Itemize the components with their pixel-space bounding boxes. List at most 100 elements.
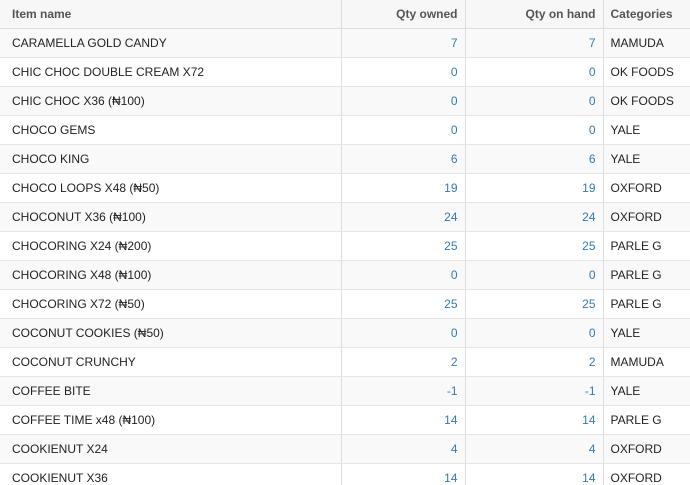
qty-on-hand-link[interactable]: 7 <box>589 36 596 50</box>
qty-owned-link[interactable]: 2 <box>451 355 458 369</box>
qty-owned-cell: 0 <box>341 115 466 145</box>
qty-on-hand-link[interactable]: 19 <box>582 181 595 195</box>
qty-on-hand-link[interactable]: 0 <box>589 268 596 282</box>
qty-owned-cell: 14 <box>341 463 466 485</box>
qty-owned-link[interactable]: 24 <box>444 210 457 224</box>
qty-on-hand-link[interactable]: -1 <box>585 384 596 398</box>
qty-on-hand-cell: 24 <box>465 202 604 232</box>
qty-on-hand-link[interactable]: 0 <box>589 65 596 79</box>
qty-owned-link[interactable]: 25 <box>444 297 457 311</box>
qty-owned-cell: 6 <box>341 144 466 174</box>
item-name-cell[interactable]: COOKIENUT X24 <box>0 434 342 464</box>
item-name-cell[interactable]: COFFEE BITE <box>0 376 342 406</box>
item-name-cell[interactable]: CHOCORING X48 (₦100) <box>0 260 342 290</box>
qty-on-hand-cell: 14 <box>465 463 604 485</box>
qty-on-hand-cell: -1 <box>465 376 604 406</box>
item-name-cell[interactable]: CHOCONUT X36 (₦100) <box>0 202 342 232</box>
qty-owned-link[interactable]: 0 <box>451 123 458 137</box>
qty-owned-link[interactable]: 0 <box>451 65 458 79</box>
qty-owned-cell: 25 <box>341 231 466 261</box>
qty-owned-cell: 0 <box>341 57 466 87</box>
column-header-item-name[interactable]: Item name <box>0 0 342 29</box>
item-name-cell[interactable]: CHOCO LOOPS X48 (₦50) <box>0 173 342 203</box>
qty-owned-link[interactable]: -1 <box>447 384 458 398</box>
item-name-cell[interactable]: CHOCORING X72 (₦50) <box>0 289 342 319</box>
item-name-cell[interactable]: CARAMELLA GOLD CANDY <box>0 28 342 58</box>
qty-owned-cell: 2 <box>341 347 466 377</box>
qty-owned-link[interactable]: 4 <box>451 442 458 456</box>
qty-on-hand-cell: 14 <box>465 405 604 435</box>
qty-on-hand-cell: 0 <box>465 57 604 87</box>
column-header-qty-owned[interactable]: Qty owned <box>341 0 466 29</box>
category-cell: PARLE G <box>603 231 690 261</box>
category-cell: OK FOODS <box>603 86 690 116</box>
item-name-cell[interactable]: CHOCORING X24 (₦200) <box>0 231 342 261</box>
qty-owned-link[interactable]: 19 <box>444 181 457 195</box>
item-name-cell[interactable]: CHOCO GEMS <box>0 115 342 145</box>
table-row[interactable]: CHOCORING X72 (₦50) 25 25 PARLE G <box>0 289 690 319</box>
qty-owned-cell: 4 <box>341 434 466 464</box>
item-name-cell[interactable]: CHOCO KING <box>0 144 342 174</box>
table-row[interactable]: CHIC CHOC X36 (₦100) 0 0 OK FOODS <box>0 86 690 116</box>
qty-owned-link[interactable]: 0 <box>451 94 458 108</box>
item-name-cell[interactable]: CHIC CHOC DOUBLE CREAM X72 <box>0 57 342 87</box>
column-header-categories[interactable]: Categories <box>603 0 690 29</box>
table-row[interactable]: CHOCORING X48 (₦100) 0 0 PARLE G <box>0 260 690 290</box>
table-row[interactable]: CHOCO LOOPS X48 (₦50) 19 19 OXFORD <box>0 173 690 203</box>
qty-on-hand-cell: 0 <box>465 86 604 116</box>
qty-owned-link[interactable]: 0 <box>451 326 458 340</box>
item-name-cell[interactable]: COCONUT COOKIES (₦50) <box>0 318 342 348</box>
item-name-cell[interactable]: COOKIENUT X36 <box>0 463 342 485</box>
qty-on-hand-cell: 19 <box>465 173 604 203</box>
table-row[interactable]: CHOCO GEMS 0 0 YALE <box>0 115 690 145</box>
category-cell: YALE <box>603 376 690 406</box>
table-row[interactable]: COCONUT CRUNCHY 2 2 MAMUDA <box>0 347 690 377</box>
item-name-cell[interactable]: COFFEE TIME x48 (₦100) <box>0 405 342 435</box>
table-row[interactable]: COFFEE TIME x48 (₦100) 14 14 PARLE G <box>0 405 690 435</box>
qty-owned-link[interactable]: 6 <box>451 152 458 166</box>
qty-owned-link[interactable]: 7 <box>451 36 458 50</box>
qty-owned-link[interactable]: 14 <box>444 471 457 485</box>
table-row[interactable]: CHOCO KING 6 6 YALE <box>0 144 690 174</box>
table-row[interactable]: CHOCORING X24 (₦200) 25 25 PARLE G <box>0 231 690 261</box>
category-cell: MAMUDA <box>603 28 690 58</box>
item-name-cell[interactable]: COCONUT CRUNCHY <box>0 347 342 377</box>
table-row[interactable]: CHOCONUT X36 (₦100) 24 24 OXFORD <box>0 202 690 232</box>
qty-on-hand-cell: 0 <box>465 115 604 145</box>
table-row[interactable]: COCONUT COOKIES (₦50) 0 0 YALE <box>0 318 690 348</box>
qty-on-hand-cell: 25 <box>465 231 604 261</box>
qty-on-hand-link[interactable]: 0 <box>589 94 596 108</box>
table-row[interactable]: COFFEE BITE -1 -1 YALE <box>0 376 690 406</box>
table-header: Item name Qty owned Qty on hand Categori… <box>0 0 690 29</box>
qty-on-hand-link[interactable]: 24 <box>582 210 595 224</box>
table-row[interactable]: CARAMELLA GOLD CANDY 7 7 MAMUDA <box>0 28 690 58</box>
qty-owned-cell: 0 <box>341 86 466 116</box>
qty-owned-cell: 0 <box>341 318 466 348</box>
qty-owned-link[interactable]: 14 <box>444 413 457 427</box>
qty-on-hand-link[interactable]: 4 <box>589 442 596 456</box>
category-cell: YALE <box>603 115 690 145</box>
table-row[interactable]: COOKIENUT X24 4 4 OXFORD <box>0 434 690 464</box>
qty-on-hand-link[interactable]: 25 <box>582 239 595 253</box>
qty-on-hand-cell: 4 <box>465 434 604 464</box>
qty-on-hand-cell: 6 <box>465 144 604 174</box>
qty-on-hand-link[interactable]: 6 <box>589 152 596 166</box>
qty-on-hand-link[interactable]: 25 <box>582 297 595 311</box>
qty-on-hand-link[interactable]: 0 <box>589 326 596 340</box>
table-body: CARAMELLA GOLD CANDY 7 7 MAMUDA CHIC CHOC DO… <box>0 28 690 485</box>
category-cell: OXFORD <box>603 173 690 203</box>
qty-owned-cell: -1 <box>341 376 466 406</box>
qty-on-hand-link[interactable]: 14 <box>582 471 595 485</box>
column-header-qty-on-hand[interactable]: Qty on hand <box>465 0 604 29</box>
item-name-cell[interactable]: CHIC CHOC X36 (₦100) <box>0 86 342 116</box>
qty-owned-link[interactable]: 0 <box>451 268 458 282</box>
qty-on-hand-link[interactable]: 2 <box>589 355 596 369</box>
qty-on-hand-link[interactable]: 14 <box>582 413 595 427</box>
qty-on-hand-link[interactable]: 0 <box>589 123 596 137</box>
qty-on-hand-cell: 0 <box>465 260 604 290</box>
table-row[interactable]: CHIC CHOC DOUBLE CREAM X72 0 0 OK FOODS <box>0 57 690 87</box>
category-cell: MAMUDA <box>603 347 690 377</box>
qty-on-hand-cell: 25 <box>465 289 604 319</box>
table-row[interactable]: COOKIENUT X36 14 14 OXFORD <box>0 463 690 485</box>
qty-owned-link[interactable]: 25 <box>444 239 457 253</box>
